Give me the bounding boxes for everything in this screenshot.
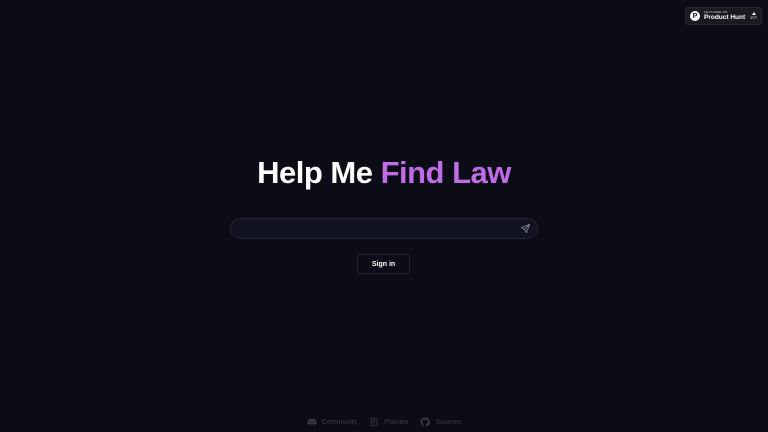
document-icon [370,417,378,427]
product-hunt-votes: 277 [750,12,757,20]
discord-icon [307,418,317,425]
search-input[interactable] [241,219,511,238]
footer-link-label: Community [321,418,358,426]
github-icon [421,417,431,427]
product-hunt-badge[interactable]: P FEATURED ON Product Hunt 277 [685,7,762,25]
title-accent: Find Law [380,155,512,190]
sign-in-button[interactable]: Sign in [357,254,410,274]
page-title: Help Me Find Law [0,151,768,195]
product-hunt-vote-count: 277 [750,15,757,20]
title-main: Help Me [257,155,381,190]
footer: Community Policies Sources [0,416,768,428]
footer-link-label: Policies [384,418,409,426]
send-icon[interactable] [520,223,531,234]
product-hunt-logo-icon: P [690,11,700,21]
footer-link-policies[interactable]: Policies [369,417,408,427]
footer-link-label: Sources [435,418,462,426]
search-bar [230,218,538,239]
product-hunt-name: Product Hunt [704,13,746,21]
page: P FEATURED ON Product Hunt 277 Help Me F… [0,0,768,432]
footer-link-community[interactable]: Community [307,417,357,427]
footer-link-sources[interactable]: Sources [420,417,461,427]
product-hunt-text: FEATURED ON Product Hunt [704,10,746,22]
